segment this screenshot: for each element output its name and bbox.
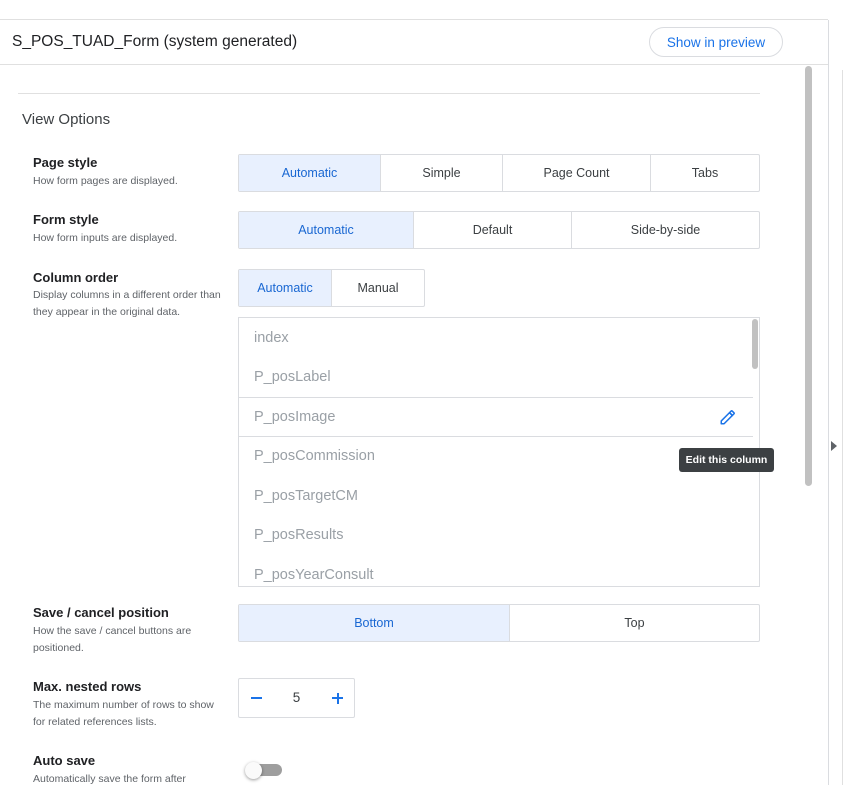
column-order-description: Display columns in a different order tha… (33, 289, 221, 318)
section-divider (18, 93, 760, 94)
max-nested-rows-label: Max. nested rows (33, 679, 142, 694)
column-item-p-poscommission[interactable]: P_posCommission (239, 436, 753, 476)
form-style-option-side-by-side[interactable]: Side-by-side (572, 212, 759, 248)
column-item-p-postargetcm[interactable]: P_posTargetCM (239, 476, 753, 516)
column-list-scrollbar-thumb[interactable] (752, 319, 758, 369)
column-item-p-posimage[interactable]: P_posImage (239, 397, 753, 437)
page-title: S_POS_TUAD_Form (system generated) (12, 33, 298, 50)
max-nested-rows-description: The maximum number of rows to show for r… (33, 699, 214, 728)
expand-arrow-icon[interactable] (831, 441, 837, 451)
auto-save-label: Auto save (33, 753, 96, 768)
preview-pane-border (842, 70, 843, 785)
save-cancel-label: Save / cancel position (33, 605, 169, 620)
form-style-selector: Automatic Default Side-by-side (238, 211, 760, 249)
toggle-knob (245, 762, 262, 779)
column-order-option-manual[interactable]: Manual (332, 270, 424, 306)
page-style-label: Page style (33, 155, 98, 170)
preview-pane-edge (829, 20, 845, 785)
form-style-description: How form inputs are displayed. (33, 232, 178, 244)
page-style-option-automatic[interactable]: Automatic (239, 155, 381, 191)
save-cancel-option-bottom[interactable]: Bottom (239, 605, 510, 641)
page-style-option-page-count[interactable]: Page Count (503, 155, 651, 191)
save-cancel-description: How the save / cancel buttons are positi… (33, 625, 192, 654)
form-style-label: Form style (33, 212, 99, 227)
pencil-icon[interactable] (719, 408, 737, 426)
column-order-selector: Automatic Manual (238, 269, 425, 307)
column-order-label: Column order (33, 270, 119, 285)
show-in-preview-button[interactable]: Show in preview (649, 27, 783, 57)
form-style-option-default[interactable]: Default (414, 212, 572, 248)
column-order-option-automatic[interactable]: Automatic (239, 270, 332, 306)
top-strip (0, 0, 828, 20)
section-title: View Options (22, 111, 111, 128)
form-style-option-automatic[interactable]: Automatic (239, 212, 414, 248)
auto-save-description: Automatically save the form after (33, 773, 186, 785)
column-item-label: P_posImage (254, 409, 336, 425)
column-item-index[interactable]: index (239, 318, 753, 358)
column-item-p-posresults[interactable]: P_posResults (239, 515, 753, 555)
main-scrollbar-thumb[interactable] (805, 66, 812, 486)
edit-column-tooltip: Edit this column (679, 448, 774, 472)
editor-header: S_POS_TUAD_Form (system generated) Show … (0, 20, 828, 65)
page-style-selector: Automatic Simple Page Count Tabs (238, 154, 760, 192)
column-item-p-posyearconsult[interactable]: P_posYearConsult (239, 555, 753, 586)
save-cancel-selector: Bottom Top (238, 604, 760, 642)
auto-save-toggle[interactable] (245, 762, 282, 779)
page-style-option-simple[interactable]: Simple (381, 155, 503, 191)
max-nested-rows-stepper: 5 (238, 678, 355, 718)
page-style-option-tabs[interactable]: Tabs (651, 155, 759, 191)
save-cancel-option-top[interactable]: Top (510, 605, 759, 641)
column-item-p-poslabel[interactable]: P_posLabel (239, 357, 753, 397)
page-style-description: How form pages are displayed. (33, 175, 178, 187)
plus-icon-vertical (336, 692, 339, 704)
